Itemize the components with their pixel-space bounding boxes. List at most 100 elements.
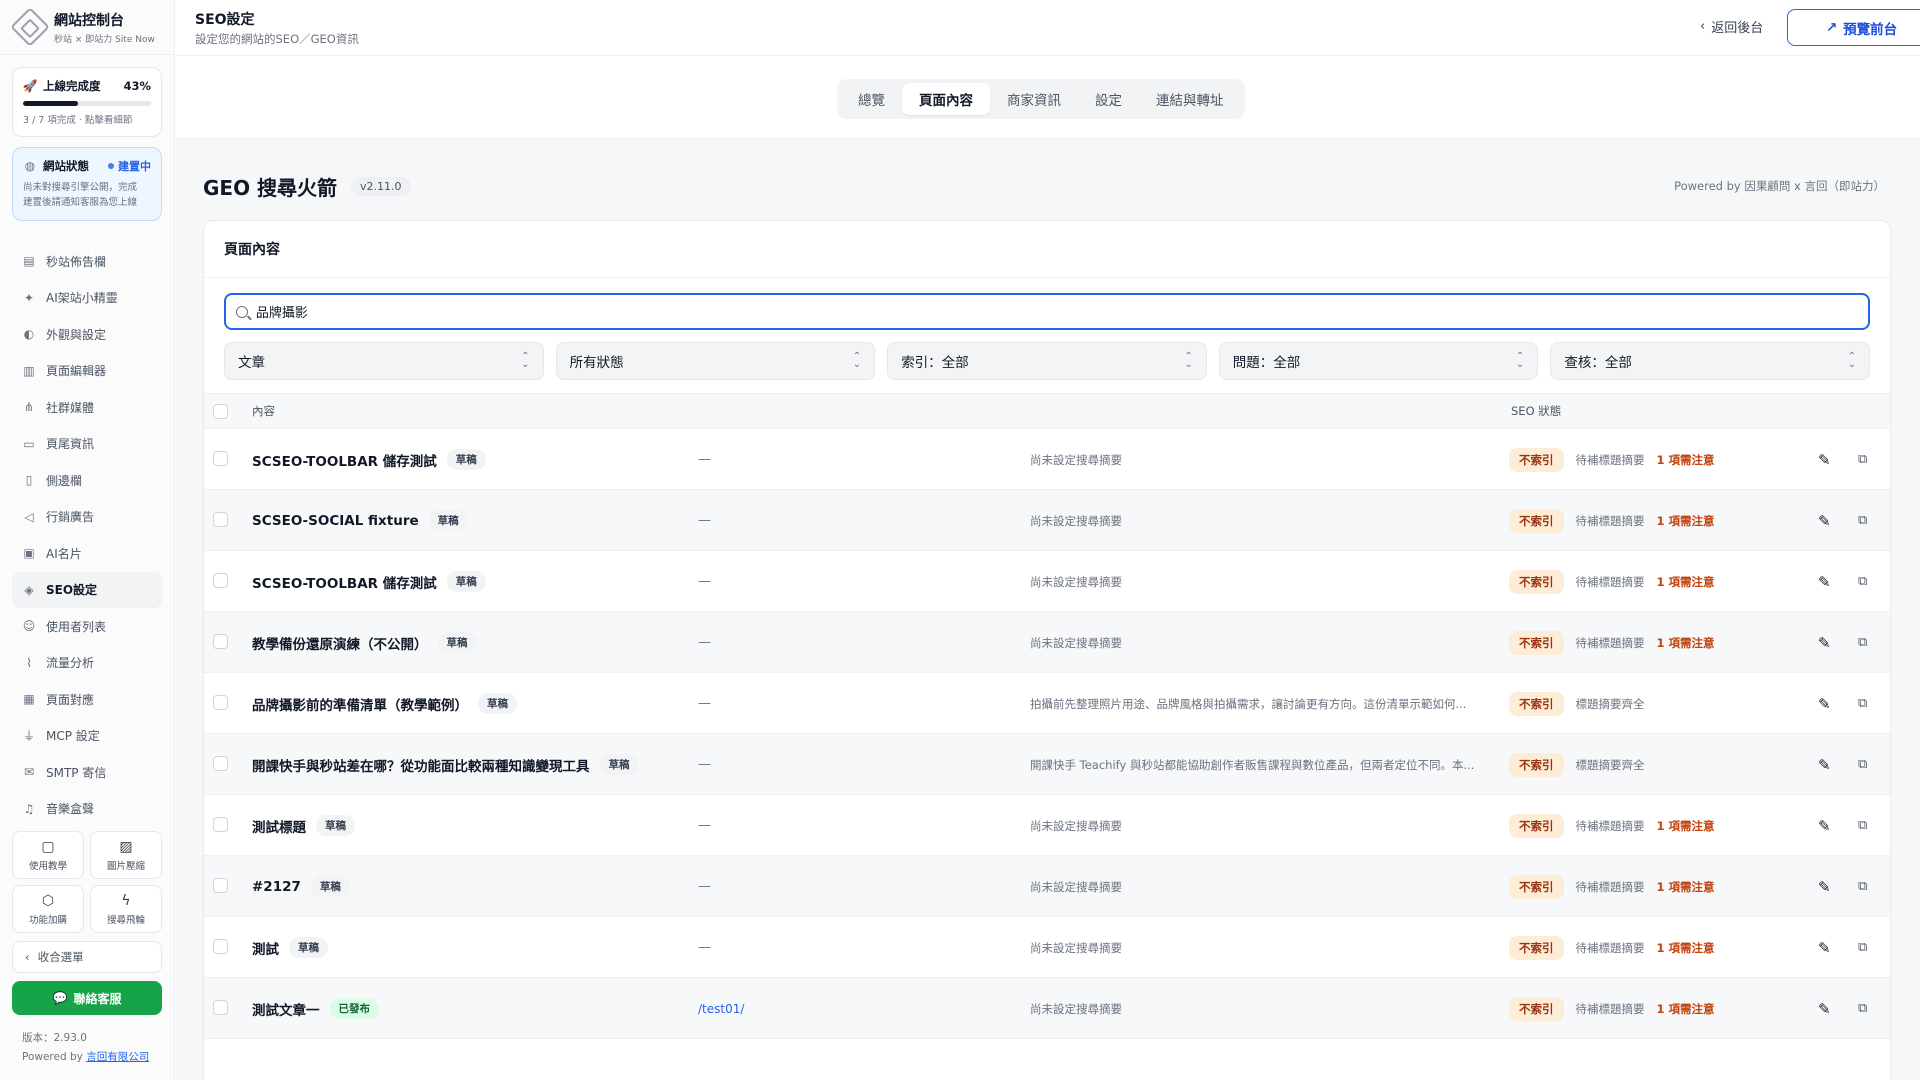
sidebar-item-music[interactable]: ♫ 音樂盒聲 (0, 791, 174, 828)
sidebar-item-sidebar[interactable]: ▯ 側邊欄 (0, 462, 174, 499)
row-checkbox[interactable] (213, 817, 228, 832)
search-input[interactable] (255, 304, 1858, 319)
edit-icon[interactable]: ✎ (1818, 429, 1831, 490)
row-title[interactable]: SCSEO-TOOLBAR 儲存測試 草稿 (252, 551, 486, 612)
row-checkbox[interactable] (213, 512, 228, 527)
edit-icon[interactable]: ✎ (1818, 795, 1831, 856)
external-link-icon[interactable]: ⧉ (1858, 856, 1867, 917)
row-title-text: 開課快手與秒站差在哪？從功能面比較兩種知識變現工具 (252, 758, 590, 775)
row-title[interactable]: 品牌攝影前的準備清單（教學範例） 草稿 (252, 673, 517, 734)
edit-icon[interactable]: ✎ (1818, 612, 1831, 673)
quick-package-button[interactable]: ⬡ 功能加購 (12, 885, 84, 933)
seo-state: 標題摘要齊全 (1575, 696, 1645, 711)
preview-frontend-button[interactable]: ↗ 預覽前台 (1787, 9, 1920, 46)
sidebar-item-footer[interactable]: ▭ 頁尾資訊 (0, 426, 174, 463)
tab-0[interactable]: 總覽 (841, 83, 902, 115)
share-icon: ⋔ (23, 400, 35, 415)
status-badge: 草稿 (599, 754, 639, 775)
tabs-band: 總覽 頁面內容 商家資訊 設定 連結與轉址 (176, 57, 1920, 137)
filter-select[interactable]: 所有狀態 ⌃ ⌄ (555, 342, 876, 380)
edit-icon[interactable]: ✎ (1818, 917, 1831, 978)
tab-4[interactable]: 連結與轉址 (1139, 83, 1241, 115)
external-link-icon[interactable]: ⧉ (1858, 978, 1867, 1039)
row-title[interactable]: 測試標題 草稿 (252, 795, 355, 856)
sidebar-item-palette[interactable]: ◐ 外觀與設定 (0, 316, 174, 353)
sidebar-item-mail[interactable]: ✉ SMTP 寄信 (0, 754, 174, 791)
row-description-text: 尚未設定搜尋摘要 (1030, 513, 1122, 528)
launch-progress-card[interactable]: 🚀 上線完成度 43% 3 / 7 項完成 · 點擊看細節 (12, 67, 162, 137)
row-checkbox[interactable] (213, 756, 228, 771)
tab-1[interactable]: 頁面內容 (902, 83, 990, 115)
select-all-checkbox[interactable] (213, 403, 228, 419)
edit-icon[interactable]: ✎ (1818, 978, 1831, 1039)
sidebar-item-users[interactable]: ☺ 使用者列表 (0, 608, 174, 645)
sidebar-item-map[interactable]: ▦ 頁面對應 (0, 681, 174, 718)
sidebar-item-seo[interactable]: ◈ SEO設定 (12, 571, 162, 608)
row-title[interactable]: SCSEO-TOOLBAR 儲存測試 草稿 (252, 429, 486, 490)
external-link-icon[interactable]: ⧉ (1858, 612, 1867, 673)
seo-state: 待補標題摘要 (1575, 1001, 1645, 1016)
filter-select[interactable]: 問題：全部 ⌃ ⌄ (1218, 342, 1539, 380)
sidebar-item-card[interactable]: ▣ AI名片 (0, 535, 174, 572)
external-link-icon[interactable]: ⧉ (1858, 917, 1867, 978)
chevron-left-icon: ‹ (1700, 19, 1706, 34)
collapse-menu-button[interactable]: ‹ 收合選單 (12, 941, 162, 973)
company-link[interactable]: 言回有限公司 (86, 1051, 149, 1063)
row-checkbox[interactable] (213, 695, 228, 710)
panel-title: 頁面內容 (204, 221, 1890, 278)
sidebar-item-share[interactable]: ⋔ 社群媒體 (0, 389, 174, 426)
quick-image-button[interactable]: ▨ 圖片壓縮 (90, 831, 162, 879)
external-link-icon[interactable]: ⧉ (1858, 490, 1867, 551)
progress-bar (23, 101, 151, 106)
external-link-icon[interactable]: ⧉ (1858, 673, 1867, 734)
chart-icon: ⌇ (26, 655, 32, 670)
sidebar-item-plug[interactable]: ⏚ MCP 設定 (0, 718, 174, 755)
sidebar-item-label: 側邊欄 (46, 473, 83, 488)
sidebar-item-megaphone[interactable]: ◁ 行銷廣告 (0, 499, 174, 536)
edit-icon[interactable]: ✎ (1818, 551, 1831, 612)
row-checkbox[interactable] (213, 634, 228, 649)
status-title: 網站狀態 (43, 159, 89, 173)
sidebar-item-label: 頁面編輯器 (46, 364, 107, 379)
row-slug: — (698, 940, 711, 955)
row-checkbox[interactable] (213, 878, 228, 893)
external-link-icon[interactable]: ⧉ (1858, 795, 1867, 856)
sidebar-item-sparkle[interactable]: ✦ AI架站小精靈 (0, 280, 174, 317)
row-title[interactable]: #2127 草稿 (252, 856, 350, 917)
version-badge: v2.11.0 (351, 177, 411, 196)
external-link-icon[interactable]: ⧉ (1858, 551, 1867, 612)
sidebar-item-layout[interactable]: ▥ 頁面編輯器 (0, 353, 174, 390)
sidebar-item-bulletin[interactable]: ▤ 秒站佈告欄 (0, 243, 174, 280)
edit-icon[interactable]: ✎ (1818, 673, 1831, 734)
quick-book-button[interactable]: ▢ 使用教學 (12, 831, 84, 879)
filter-select[interactable]: 文章 ⌃ ⌄ (224, 342, 544, 380)
row-checkbox[interactable] (213, 1000, 228, 1015)
chevron-updown-icon: ⌃ ⌄ (852, 351, 862, 370)
row-checkbox[interactable] (213, 939, 228, 954)
tab-2[interactable]: 商家資訊 (990, 83, 1078, 115)
tab-3[interactable]: 設定 (1078, 83, 1139, 115)
row-title[interactable]: 開課快手與秒站差在哪？從功能面比較兩種知識變現工具 草稿 (252, 734, 639, 795)
sidebar-item-chart[interactable]: ⌇ 流量分析 (0, 645, 174, 682)
row-checkbox[interactable] (213, 573, 228, 588)
edit-icon[interactable]: ✎ (1818, 734, 1831, 795)
contact-support-button[interactable]: 💬 聯絡客服 (12, 981, 162, 1015)
edit-icon[interactable]: ✎ (1818, 856, 1831, 917)
row-title[interactable]: 測試文章一 已發布 (252, 978, 379, 1039)
row-description-text: 開課快手 Teachify 與秒站都能協助創作者販售課程與數位產品，但兩者定位不… (1030, 757, 1475, 772)
row-checkbox[interactable] (213, 451, 228, 466)
back-to-admin-link[interactable]: ‹ 返回後台 (1700, 17, 1763, 36)
search-box[interactable] (224, 293, 1870, 330)
row-description: 尚未設定搜尋摘要 (1030, 429, 1495, 490)
row-slug[interactable]: /test01/ (698, 978, 744, 1039)
external-link-icon[interactable]: ⧉ (1858, 429, 1867, 490)
edit-icon[interactable]: ✎ (1818, 490, 1831, 551)
quick-bolt-button[interactable]: ϟ 搜尋飛輪 (90, 885, 162, 933)
row-title[interactable]: 測試 草稿 (252, 917, 328, 978)
external-link-icon[interactable]: ⧉ (1858, 734, 1867, 795)
filter-select[interactable]: 索引：全部 ⌃ ⌄ (887, 342, 1207, 380)
brand[interactable]: 網站控制台 秒站 × 即站力 Site Now (0, 0, 174, 55)
row-title[interactable]: 教學備份還原演練（不公開） 草稿 (252, 612, 477, 673)
filter-select[interactable]: 查核：全部 ⌃ ⌄ (1550, 342, 1870, 380)
row-title[interactable]: SCSEO-SOCIAL fixture 草稿 (252, 490, 468, 551)
